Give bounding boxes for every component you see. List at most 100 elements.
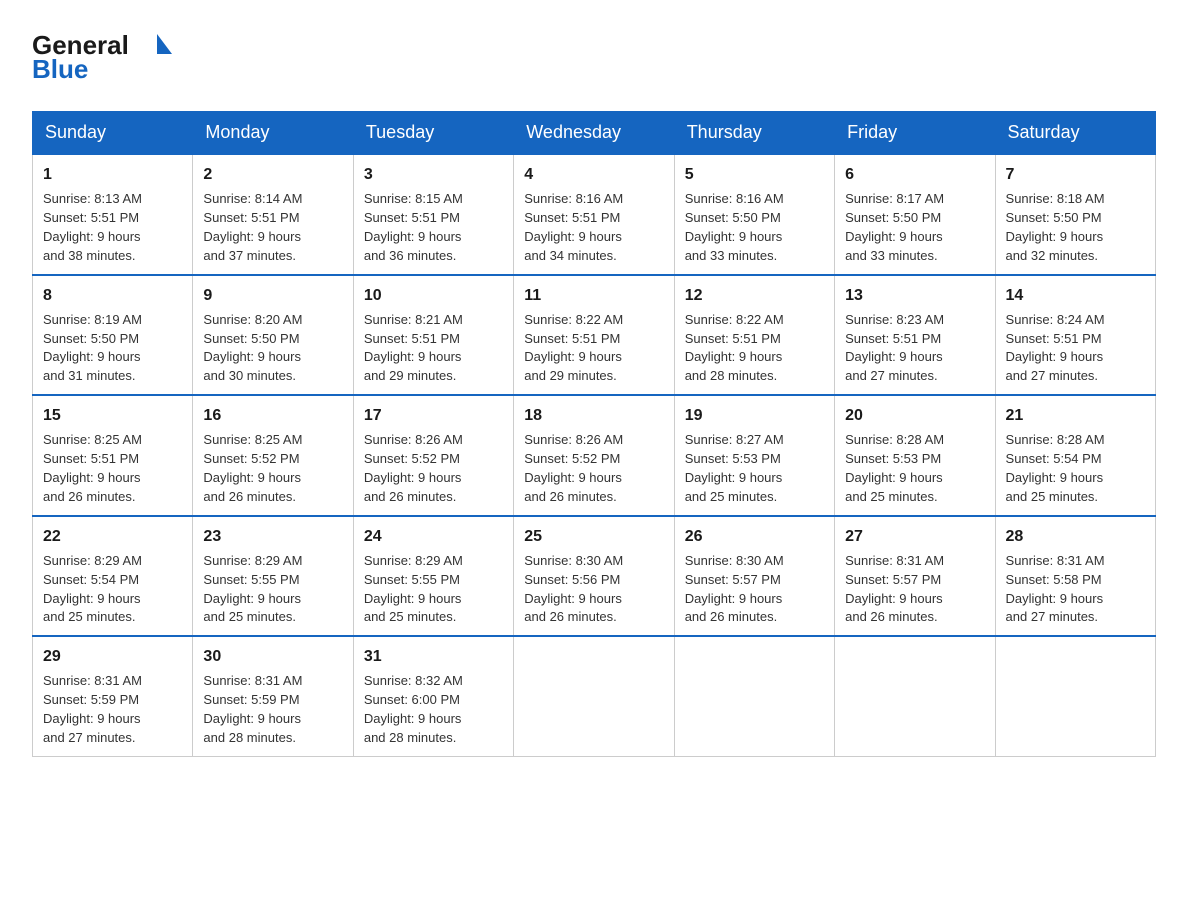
day-cell: 4Sunrise: 8:16 AMSunset: 5:51 PMDaylight… bbox=[514, 154, 674, 275]
day-cell: 19 Sunrise: 8:27 AMSunset: 5:53 PMDayligh… bbox=[674, 395, 834, 516]
weekday-header-row: SundayMondayTuesdayWednesdayThursdayFrid… bbox=[33, 112, 1156, 155]
day-cell: 10 Sunrise: 8:21 AMSunset: 5:51 PMDayligh… bbox=[353, 275, 513, 396]
day-cell: 21 Sunrise: 8:28 AMSunset: 5:54 PMDayligh… bbox=[995, 395, 1155, 516]
day-info: Sunrise: 8:26 AMSunset: 5:52 PMDaylight:… bbox=[524, 431, 663, 506]
day-number: 16 bbox=[203, 404, 342, 427]
day-number: 13 bbox=[845, 284, 984, 307]
day-info: Sunrise: 8:29 AMSunset: 5:55 PMDaylight:… bbox=[203, 552, 342, 627]
day-number: 9 bbox=[203, 284, 342, 307]
day-cell: 18Sunrise: 8:26 AMSunset: 5:52 PMDayligh… bbox=[514, 395, 674, 516]
day-info: Sunrise: 8:22 AMSunset: 5:51 PMDaylight:… bbox=[685, 311, 824, 386]
day-info: Sunrise: 8:28 AMSunset: 5:54 PMDaylight:… bbox=[1006, 431, 1145, 506]
weekday-header-saturday: Saturday bbox=[995, 112, 1155, 155]
day-number: 28 bbox=[1006, 525, 1145, 548]
day-number: 7 bbox=[1006, 163, 1145, 186]
day-info: Sunrise: 8:25 AMSunset: 5:51 PMDaylight:… bbox=[43, 431, 182, 506]
weekday-header-thursday: Thursday bbox=[674, 112, 834, 155]
day-cell: 1Sunrise: 8:13 AMSunset: 5:51 PMDaylight… bbox=[33, 154, 193, 275]
day-info: Sunrise: 8:24 AMSunset: 5:51 PMDaylight:… bbox=[1006, 311, 1145, 386]
day-info: Sunrise: 8:29 AMSunset: 5:54 PMDaylight:… bbox=[43, 552, 182, 627]
day-info: Sunrise: 8:26 AMSunset: 5:52 PMDaylight:… bbox=[364, 431, 503, 506]
day-info: Sunrise: 8:32 AMSunset: 6:00 PMDaylight:… bbox=[364, 672, 503, 747]
weekday-header-tuesday: Tuesday bbox=[353, 112, 513, 155]
day-cell: 17 Sunrise: 8:26 AMSunset: 5:52 PMDayligh… bbox=[353, 395, 513, 516]
day-number: 4 bbox=[524, 163, 663, 186]
day-number: 8 bbox=[43, 284, 182, 307]
day-cell bbox=[995, 636, 1155, 756]
day-number: 12 bbox=[685, 284, 824, 307]
day-number: 30 bbox=[203, 645, 342, 668]
day-cell: 15 Sunrise: 8:25 AMSunset: 5:51 PMDayligh… bbox=[33, 395, 193, 516]
day-cell bbox=[674, 636, 834, 756]
day-info: Sunrise: 8:28 AMSunset: 5:53 PMDaylight:… bbox=[845, 431, 984, 506]
day-cell: 9 Sunrise: 8:20 AMSunset: 5:50 PMDaylight… bbox=[193, 275, 353, 396]
day-info: Sunrise: 8:31 AMSunset: 5:57 PMDaylight:… bbox=[845, 552, 984, 627]
day-cell: 13 Sunrise: 8:23 AMSunset: 5:51 PMDayligh… bbox=[835, 275, 995, 396]
day-cell: 14 Sunrise: 8:24 AMSunset: 5:51 PMDayligh… bbox=[995, 275, 1155, 396]
weekday-header-friday: Friday bbox=[835, 112, 995, 155]
day-info: Sunrise: 8:18 AMSunset: 5:50 PMDaylight:… bbox=[1006, 190, 1145, 265]
day-info: Sunrise: 8:31 AMSunset: 5:58 PMDaylight:… bbox=[1006, 552, 1145, 627]
day-cell: 11 Sunrise: 8:22 AMSunset: 5:51 PMDayligh… bbox=[514, 275, 674, 396]
svg-text:Blue: Blue bbox=[32, 54, 88, 84]
page-header: General Blue bbox=[32, 24, 1156, 93]
day-cell: 20 Sunrise: 8:28 AMSunset: 5:53 PMDayligh… bbox=[835, 395, 995, 516]
day-cell: 31 Sunrise: 8:32 AMSunset: 6:00 PMDayligh… bbox=[353, 636, 513, 756]
day-info: Sunrise: 8:22 AMSunset: 5:51 PMDaylight:… bbox=[524, 311, 663, 386]
day-cell: 25 Sunrise: 8:30 AMSunset: 5:56 PMDayligh… bbox=[514, 516, 674, 637]
day-cell: 7 Sunrise: 8:18 AMSunset: 5:50 PMDaylight… bbox=[995, 154, 1155, 275]
day-info: Sunrise: 8:17 AMSunset: 5:50 PMDaylight:… bbox=[845, 190, 984, 265]
day-number: 17 bbox=[364, 404, 503, 427]
week-row-5: 29 Sunrise: 8:31 AMSunset: 5:59 PMDayligh… bbox=[33, 636, 1156, 756]
logo: General Blue bbox=[32, 24, 192, 93]
day-number: 10 bbox=[364, 284, 503, 307]
day-number: 29 bbox=[43, 645, 182, 668]
day-cell: 2 Sunrise: 8:14 AMSunset: 5:51 PMDaylight… bbox=[193, 154, 353, 275]
day-number: 24 bbox=[364, 525, 503, 548]
day-number: 6 bbox=[845, 163, 984, 186]
day-number: 2 bbox=[203, 163, 342, 186]
day-number: 5 bbox=[685, 163, 824, 186]
day-cell: 29 Sunrise: 8:31 AMSunset: 5:59 PMDayligh… bbox=[33, 636, 193, 756]
day-info: Sunrise: 8:19 AMSunset: 5:50 PMDaylight:… bbox=[43, 311, 182, 386]
day-info: Sunrise: 8:31 AMSunset: 5:59 PMDaylight:… bbox=[43, 672, 182, 747]
day-cell: 3 Sunrise: 8:15 AMSunset: 5:51 PMDaylight… bbox=[353, 154, 513, 275]
day-cell: 26Sunrise: 8:30 AMSunset: 5:57 PMDayligh… bbox=[674, 516, 834, 637]
day-info: Sunrise: 8:30 AMSunset: 5:56 PMDaylight:… bbox=[524, 552, 663, 627]
day-number: 23 bbox=[203, 525, 342, 548]
day-info: Sunrise: 8:20 AMSunset: 5:50 PMDaylight:… bbox=[203, 311, 342, 386]
day-cell: 24Sunrise: 8:29 AMSunset: 5:55 PMDayligh… bbox=[353, 516, 513, 637]
day-number: 14 bbox=[1006, 284, 1145, 307]
day-number: 3 bbox=[364, 163, 503, 186]
day-number: 15 bbox=[43, 404, 182, 427]
day-number: 22 bbox=[43, 525, 182, 548]
weekday-header-monday: Monday bbox=[193, 112, 353, 155]
day-number: 11 bbox=[524, 284, 663, 307]
day-info: Sunrise: 8:25 AMSunset: 5:52 PMDaylight:… bbox=[203, 431, 342, 506]
day-info: Sunrise: 8:23 AMSunset: 5:51 PMDaylight:… bbox=[845, 311, 984, 386]
day-cell: 22 Sunrise: 8:29 AMSunset: 5:54 PMDayligh… bbox=[33, 516, 193, 637]
day-number: 20 bbox=[845, 404, 984, 427]
week-row-1: 1Sunrise: 8:13 AMSunset: 5:51 PMDaylight… bbox=[33, 154, 1156, 275]
day-number: 25 bbox=[524, 525, 663, 548]
day-cell bbox=[514, 636, 674, 756]
day-info: Sunrise: 8:27 AMSunset: 5:53 PMDaylight:… bbox=[685, 431, 824, 506]
day-info: Sunrise: 8:16 AMSunset: 5:50 PMDaylight:… bbox=[685, 190, 824, 265]
day-info: Sunrise: 8:15 AMSunset: 5:51 PMDaylight:… bbox=[364, 190, 503, 265]
day-cell: 16 Sunrise: 8:25 AMSunset: 5:52 PMDayligh… bbox=[193, 395, 353, 516]
day-info: Sunrise: 8:21 AMSunset: 5:51 PMDaylight:… bbox=[364, 311, 503, 386]
day-number: 31 bbox=[364, 645, 503, 668]
day-cell: 30 Sunrise: 8:31 AMSunset: 5:59 PMDayligh… bbox=[193, 636, 353, 756]
day-info: Sunrise: 8:14 AMSunset: 5:51 PMDaylight:… bbox=[203, 190, 342, 265]
day-number: 26 bbox=[685, 525, 824, 548]
day-info: Sunrise: 8:31 AMSunset: 5:59 PMDaylight:… bbox=[203, 672, 342, 747]
day-cell: 28 Sunrise: 8:31 AMSunset: 5:58 PMDayligh… bbox=[995, 516, 1155, 637]
logo-svg: General Blue bbox=[32, 24, 192, 84]
day-number: 21 bbox=[1006, 404, 1145, 427]
day-info: Sunrise: 8:13 AMSunset: 5:51 PMDaylight:… bbox=[43, 190, 182, 265]
day-cell: 6 Sunrise: 8:17 AMSunset: 5:50 PMDaylight… bbox=[835, 154, 995, 275]
day-number: 27 bbox=[845, 525, 984, 548]
calendar-table: SundayMondayTuesdayWednesdayThursdayFrid… bbox=[32, 111, 1156, 757]
day-number: 19 bbox=[685, 404, 824, 427]
weekday-header-sunday: Sunday bbox=[33, 112, 193, 155]
